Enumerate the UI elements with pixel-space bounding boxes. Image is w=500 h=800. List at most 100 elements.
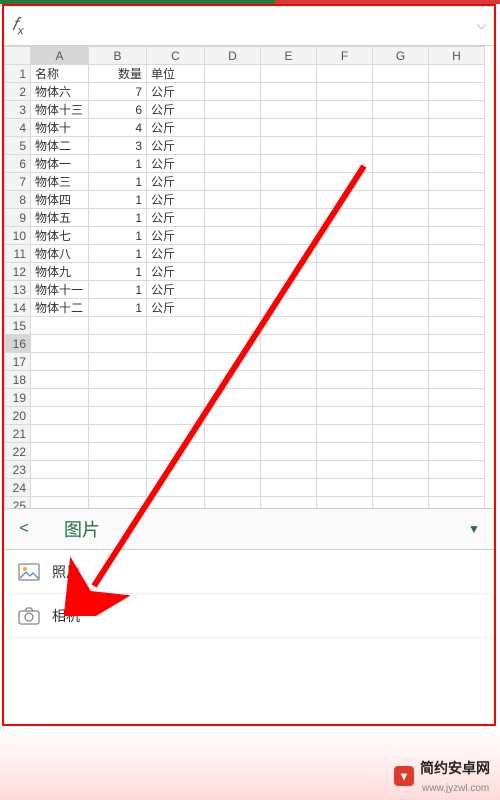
cell-C8[interactable]: 公斤 <box>147 191 205 209</box>
row-header-11[interactable]: 11 <box>5 245 31 263</box>
ribbon-back-button[interactable]: < <box>4 520 44 538</box>
row-header-2[interactable]: 2 <box>5 83 31 101</box>
cell-B6[interactable]: 1 <box>89 155 147 173</box>
cell-G15[interactable] <box>373 317 429 335</box>
cell-C5[interactable]: 公斤 <box>147 137 205 155</box>
cell-D21[interactable] <box>205 425 261 443</box>
chevron-down-icon[interactable]: ⌵ <box>477 18 486 33</box>
cell-H1[interactable] <box>429 65 485 83</box>
cell-E10[interactable] <box>261 227 317 245</box>
cell-G24[interactable] <box>373 479 429 497</box>
row-header-7[interactable]: 7 <box>5 173 31 191</box>
cell-F8[interactable] <box>317 191 373 209</box>
cell-B2[interactable]: 7 <box>89 83 147 101</box>
cell-A11[interactable]: 物体八 <box>31 245 89 263</box>
row-header-19[interactable]: 19 <box>5 389 31 407</box>
cell-G16[interactable] <box>373 335 429 353</box>
cell-F12[interactable] <box>317 263 373 281</box>
cell-B4[interactable]: 4 <box>89 119 147 137</box>
cell-H16[interactable] <box>429 335 485 353</box>
cell-B15[interactable] <box>89 317 147 335</box>
cell-A3[interactable]: 物体十三 <box>31 101 89 119</box>
cell-H7[interactable] <box>429 173 485 191</box>
row-header-21[interactable]: 21 <box>5 425 31 443</box>
cell-D4[interactable] <box>205 119 261 137</box>
cell-A5[interactable]: 物体二 <box>31 137 89 155</box>
cell-G22[interactable] <box>373 443 429 461</box>
spreadsheet-grid[interactable]: ABCDEFGH1名称数量单位2物体六7公斤3物体十三6公斤4物体十4公斤5物体… <box>4 46 494 508</box>
cell-D12[interactable] <box>205 263 261 281</box>
cell-C23[interactable] <box>147 461 205 479</box>
cell-D24[interactable] <box>205 479 261 497</box>
cell-A10[interactable]: 物体七 <box>31 227 89 245</box>
column-header-H[interactable]: H <box>429 47 485 65</box>
cell-G17[interactable] <box>373 353 429 371</box>
cell-B16[interactable] <box>89 335 147 353</box>
cell-F19[interactable] <box>317 389 373 407</box>
cell-E4[interactable] <box>261 119 317 137</box>
row-header-1[interactable]: 1 <box>5 65 31 83</box>
cell-C12[interactable]: 公斤 <box>147 263 205 281</box>
cell-G6[interactable] <box>373 155 429 173</box>
cell-B7[interactable]: 1 <box>89 173 147 191</box>
cell-A4[interactable]: 物体十 <box>31 119 89 137</box>
cell-C11[interactable]: 公斤 <box>147 245 205 263</box>
cell-F1[interactable] <box>317 65 373 83</box>
row-header-12[interactable]: 12 <box>5 263 31 281</box>
column-header-E[interactable]: E <box>261 47 317 65</box>
cell-H9[interactable] <box>429 209 485 227</box>
cell-C21[interactable] <box>147 425 205 443</box>
cell-H23[interactable] <box>429 461 485 479</box>
cell-G3[interactable] <box>373 101 429 119</box>
row-header-22[interactable]: 22 <box>5 443 31 461</box>
cell-E2[interactable] <box>261 83 317 101</box>
column-header-A[interactable]: A <box>31 47 89 65</box>
row-header-18[interactable]: 18 <box>5 371 31 389</box>
cell-F7[interactable] <box>317 173 373 191</box>
cell-G21[interactable] <box>373 425 429 443</box>
cell-D13[interactable] <box>205 281 261 299</box>
cell-E8[interactable] <box>261 191 317 209</box>
row-header-13[interactable]: 13 <box>5 281 31 299</box>
cell-H5[interactable] <box>429 137 485 155</box>
cell-G10[interactable] <box>373 227 429 245</box>
cell-G2[interactable] <box>373 83 429 101</box>
column-header-C[interactable]: C <box>147 47 205 65</box>
cell-D18[interactable] <box>205 371 261 389</box>
cell-F22[interactable] <box>317 443 373 461</box>
cell-E25[interactable] <box>261 497 317 509</box>
cell-H25[interactable] <box>429 497 485 509</box>
cell-E11[interactable] <box>261 245 317 263</box>
cell-H19[interactable] <box>429 389 485 407</box>
cell-D22[interactable] <box>205 443 261 461</box>
cell-A12[interactable]: 物体九 <box>31 263 89 281</box>
cell-G14[interactable] <box>373 299 429 317</box>
cell-D15[interactable] <box>205 317 261 335</box>
cell-F4[interactable] <box>317 119 373 137</box>
cell-F11[interactable] <box>317 245 373 263</box>
cell-H12[interactable] <box>429 263 485 281</box>
cell-H8[interactable] <box>429 191 485 209</box>
cell-E5[interactable] <box>261 137 317 155</box>
cell-B22[interactable] <box>89 443 147 461</box>
cell-F15[interactable] <box>317 317 373 335</box>
cell-B5[interactable]: 3 <box>89 137 147 155</box>
cell-D3[interactable] <box>205 101 261 119</box>
cell-F25[interactable] <box>317 497 373 509</box>
cell-A25[interactable] <box>31 497 89 509</box>
cell-C18[interactable] <box>147 371 205 389</box>
ribbon-dropdown-icon[interactable]: ▼ <box>454 522 494 536</box>
cell-F2[interactable] <box>317 83 373 101</box>
cell-A21[interactable] <box>31 425 89 443</box>
cell-F10[interactable] <box>317 227 373 245</box>
cell-B19[interactable] <box>89 389 147 407</box>
cell-D2[interactable] <box>205 83 261 101</box>
cell-E24[interactable] <box>261 479 317 497</box>
cell-A1[interactable]: 名称 <box>31 65 89 83</box>
cell-A24[interactable] <box>31 479 89 497</box>
formula-bar[interactable]: 𝑓x ⌵ <box>4 6 494 46</box>
cell-C16[interactable] <box>147 335 205 353</box>
row-header-10[interactable]: 10 <box>5 227 31 245</box>
cell-C22[interactable] <box>147 443 205 461</box>
cell-G12[interactable] <box>373 263 429 281</box>
